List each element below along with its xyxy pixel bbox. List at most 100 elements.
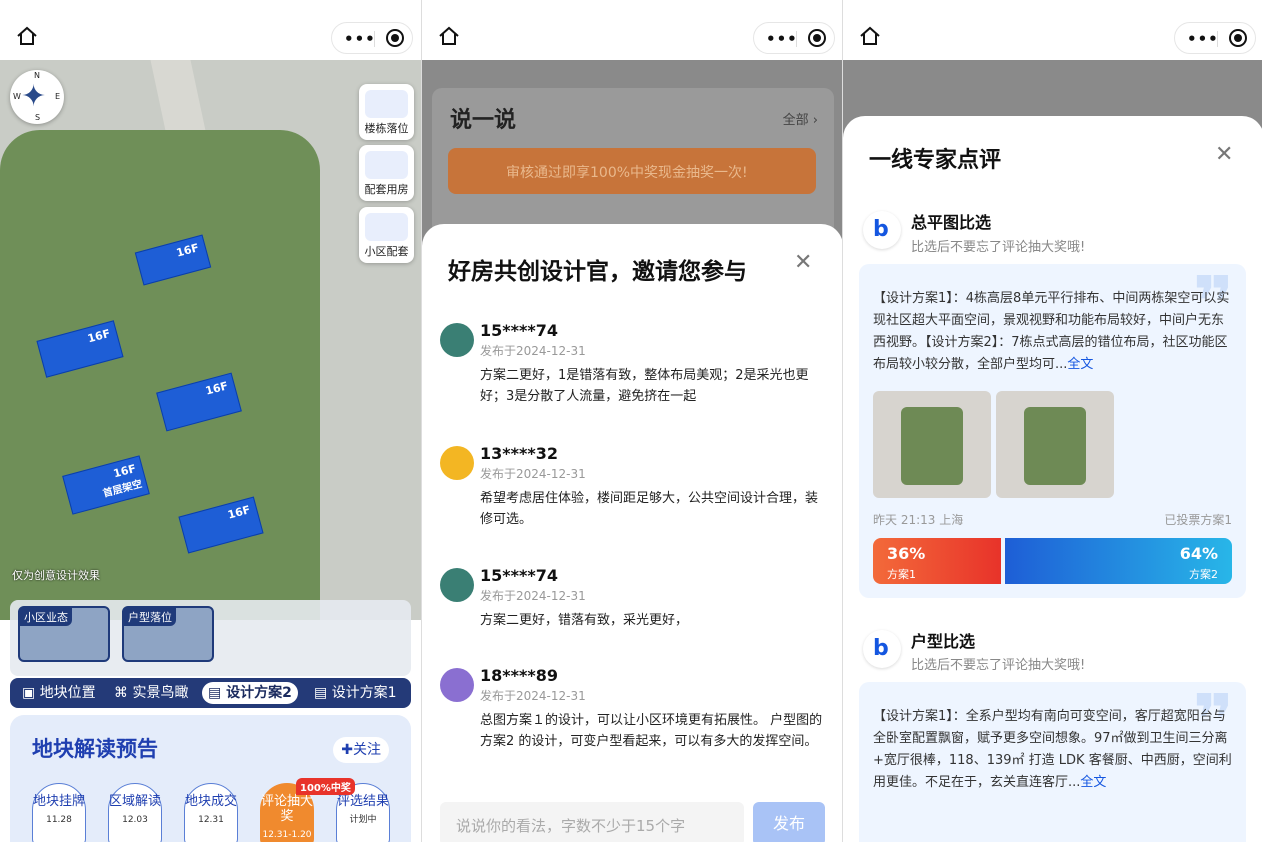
mini-program-capsule: ••• — [331, 22, 413, 54]
compass-n: N — [34, 71, 40, 80]
land-preview-card: 地块解读预告 ✚关注 地块挂牌 11.28 区域解读 12.03 地块成交 12.31… — [10, 715, 411, 842]
capsule-divider — [796, 31, 797, 47]
more-icon[interactable]: ••• — [766, 30, 798, 48]
compass-rose-icon: ✦ — [21, 79, 47, 114]
comment-text: 方案二更好，1是错落有致，整体布局美观；2是采光也更好；3是分散了人流量，避免挤… — [480, 368, 809, 404]
close-target-icon[interactable] — [1229, 29, 1247, 47]
comment-date: 发布于2024-12-31 — [480, 344, 586, 358]
comment-author: 18****89 — [480, 666, 558, 685]
vote-option-2[interactable]: 64% 方案2 — [1005, 538, 1232, 584]
panel-comments: ••• 说一说 全部 › 审核通过即享100%中奖现金抽奖一次! 好房共创设计官… — [421, 0, 842, 842]
voted-status: 已投票方案1 — [1164, 513, 1232, 527]
comment-item: 15****74 发布于2024-12-31 方案二更好，错落有致，采光更好， — [440, 566, 830, 636]
timeline-step[interactable]: 地块挂牌 11.28 — [32, 783, 86, 842]
prize-badge: 100%中奖 — [296, 778, 355, 795]
building-location-button[interactable]: 楼栋落位 — [359, 84, 414, 140]
comment-date: 发布于2024-12-31 — [480, 589, 586, 603]
panel-expert-reviews: ••• 一线专家点评 ✕ b 总平图比选 比选后不要忘了评论抽大奖哦! ❞ 【设… — [842, 0, 1262, 842]
thumb-label: 小区业态 — [20, 608, 72, 626]
timeline-step[interactable]: 区域解读 12.03 — [108, 783, 162, 842]
view-tabs: ▣ 地块位置 ⌘ 实景鸟瞰 ▤ 设计方案2 ▤ 设计方案1 — [10, 678, 411, 708]
review-time: 昨天 21:13 上海 — [873, 513, 964, 527]
background-banner: 审核通过即享100%中奖现金抽奖一次! — [448, 148, 816, 194]
fab-label: 楼栋落位 — [364, 122, 409, 135]
compass-w: W — [13, 92, 21, 101]
compass-icon: ✦ N S E W — [10, 70, 64, 124]
comment-text: 方案二更好，错落有致，采光更好， — [480, 613, 689, 628]
sheet-title: 好房共创设计官，邀请您参与 — [448, 259, 747, 285]
brand-logo-icon: b — [863, 630, 901, 668]
top-bar: ••• — [422, 0, 842, 60]
capsule-divider — [374, 31, 375, 47]
more-icon[interactable]: ••• — [1187, 30, 1219, 48]
thumb-community-business[interactable]: 小区业态 — [18, 606, 110, 662]
comment-item: 18****89 发布于2024-12-31 总图方案１的设计，可以让小区环境更… — [440, 666, 830, 786]
plan-image-1[interactable] — [873, 391, 991, 498]
home-icon[interactable] — [438, 26, 460, 46]
bookmark-plus-icon: ✚ — [341, 742, 353, 758]
comment-date: 发布于2024-12-31 — [480, 467, 586, 481]
panel-land-plan: ••• 16F 16F 16F 16F 首层架空 16F ✦ N S E W 楼栋… — [0, 0, 421, 842]
timeline-step[interactable]: 地块成交 12.31 — [184, 783, 238, 842]
home-icon[interactable] — [16, 26, 38, 46]
home-icon[interactable] — [859, 26, 881, 46]
review-text: 【设计方案1】：4栋高层8单元平行排布、中间两栋架空可以实现社区超大平面空间，景… — [873, 291, 1230, 372]
background-title: 说一说 — [450, 108, 517, 133]
fab-label: 小区配套 — [364, 245, 409, 258]
community-facilities-button[interactable]: 小区配套 — [359, 207, 414, 263]
thumb-label: 户型落位 — [124, 608, 176, 626]
comment-text: 希望考虑居住体验，楼间距足够大，公共空间设计合理，装修可选。 — [480, 491, 819, 527]
capsule-divider — [1217, 31, 1218, 47]
compass-e: E — [55, 92, 61, 101]
section-subtitle: 比选后不要忘了评论抽大奖哦! — [911, 240, 1086, 255]
card-title: 地块解读预告 — [32, 737, 158, 761]
comment-author: 13****32 — [480, 444, 558, 463]
area-pin-icon — [365, 151, 408, 179]
shopping-cart-icon — [365, 213, 408, 241]
background-all-link: 全部 › — [782, 113, 818, 128]
tower-note: 首层架空 — [101, 478, 144, 500]
top-bar: ••• — [0, 0, 421, 60]
tab-land-location[interactable]: ▣ 地块位置 — [16, 682, 102, 704]
read-more-link[interactable]: 全文 — [1067, 357, 1093, 372]
thumbnail-row: 小区业态 户型落位 — [10, 600, 411, 676]
tab-aerial-view[interactable]: ⌘ 实景鸟瞰 — [108, 682, 194, 704]
comment-date: 发布于2024-12-31 — [480, 689, 586, 703]
vote-option-1[interactable]: 36% 方案1 — [873, 538, 1001, 584]
chevron-right-icon: › — [812, 113, 818, 128]
mini-program-capsule: ••• — [1174, 22, 1256, 54]
tab-design-plan-1[interactable]: ▤ 设计方案1 — [308, 682, 403, 704]
close-icon[interactable]: ✕ — [794, 252, 812, 274]
avatar — [440, 323, 474, 357]
close-target-icon[interactable] — [386, 29, 404, 47]
supporting-rooms-button[interactable]: 配套用房 — [359, 145, 414, 201]
comment-author: 15****74 — [480, 321, 558, 340]
fab-label: 配套用房 — [364, 183, 409, 196]
read-more-link[interactable]: 全文 — [1080, 775, 1106, 790]
avatar — [440, 668, 474, 702]
avatar — [440, 568, 474, 602]
plan-image-2[interactable] — [996, 391, 1114, 498]
section-title: 户型比选 — [911, 632, 976, 651]
publish-button[interactable]: 发布 — [753, 802, 825, 842]
review-card: ❞ 【设计方案1】：4栋高层8单元平行排布、中间两栋架空可以实现社区超大平面空间… — [859, 264, 1246, 598]
map-caption: 仅为创意设计效果 — [12, 569, 100, 582]
site-plan-map[interactable]: 16F 16F 16F 16F 首层架空 16F — [0, 60, 421, 620]
comment-input[interactable]: 说说你的看法，字数不少于15个字 — [440, 802, 744, 842]
mini-program-capsule: ••• — [753, 22, 835, 54]
more-icon[interactable]: ••• — [344, 30, 376, 48]
compass-s: S — [35, 113, 41, 122]
review-card: ❞ 【设计方案1】：全系户型均有南向可变空间，客厅超宽阳台与全卧室配置飘窗，赋予… — [859, 682, 1246, 842]
close-target-icon[interactable] — [808, 29, 826, 47]
thumb-unit-location[interactable]: 户型落位 — [122, 606, 214, 662]
comment-author: 15****74 — [480, 566, 558, 585]
comment-text: 总图方案１的设计，可以让小区环境更有拓展性。 户型图的方案2 的设计，可变户型看… — [480, 713, 823, 749]
tab-design-plan-2[interactable]: ▤ 设计方案2 — [202, 682, 298, 704]
comment-item: 15****74 发布于2024-12-31 方案二更好，1是错落有致，整体布局… — [440, 321, 830, 411]
close-icon[interactable]: ✕ — [1215, 144, 1233, 166]
follow-button[interactable]: ✚关注 — [333, 737, 389, 763]
top-bar: ••• — [843, 0, 1262, 60]
review-text: 【设计方案1】：全系户型均有南向可变空间，客厅超宽阳台与全卧室配置飘窗，赋予更多… — [873, 709, 1232, 790]
comment-item: 13****32 发布于2024-12-31 希望考虑居住体验，楼间距足够大，公… — [440, 444, 830, 534]
section-title: 总平图比选 — [911, 213, 992, 232]
